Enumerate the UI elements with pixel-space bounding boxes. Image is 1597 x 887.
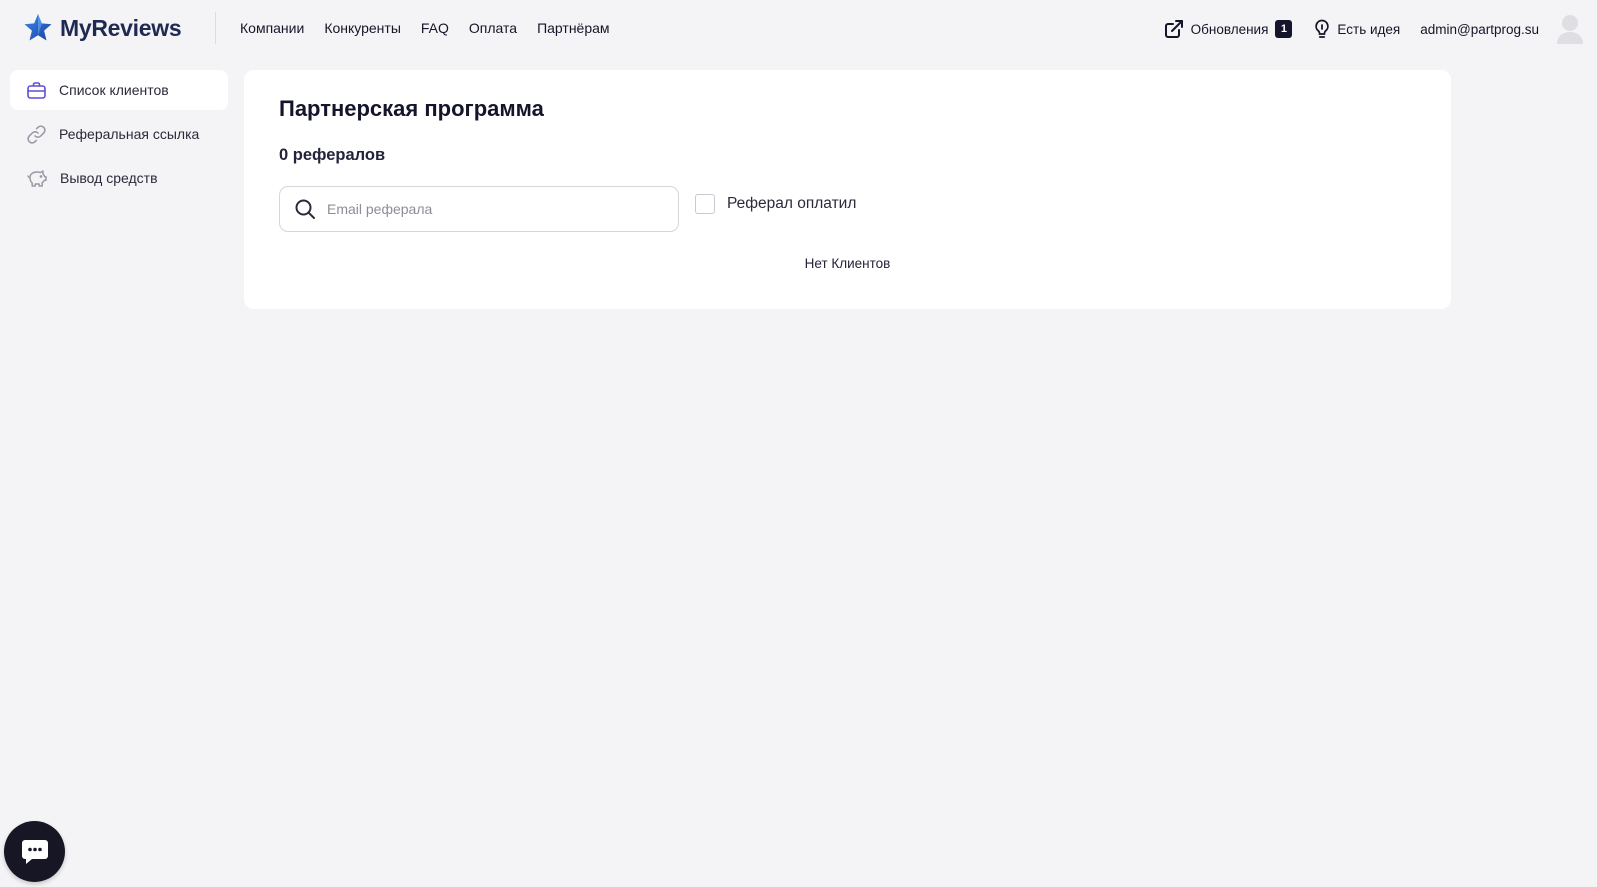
briefcase-icon	[27, 81, 46, 99]
page-title: Партнерская программа	[279, 96, 544, 121]
nav-payment[interactable]: Оплата	[469, 18, 517, 38]
sidebar-item-clients[interactable]: Список клиентов	[10, 70, 228, 110]
search-icon	[295, 199, 315, 219]
referral-paid-checkbox[interactable]	[695, 194, 715, 214]
referral-paid-label: Реферал оплатил	[727, 195, 857, 212]
main-nav: Компании Конкуренты FAQ Оплата Партнёрам	[240, 18, 610, 38]
logo[interactable]: MyReviews	[24, 12, 182, 44]
referral-paid-filter[interactable]: Реферал оплатил	[695, 194, 856, 214]
nav-companies[interactable]: Компании	[240, 18, 304, 38]
sidebar-item-label: Вывод средств	[60, 170, 158, 186]
empty-state-text: Нет Клиентов	[804, 256, 891, 271]
user-email[interactable]: admin@partprog.su	[1420, 22, 1539, 37]
lightbulb-icon	[1315, 19, 1330, 38]
sidebar-item-label: Список клиентов	[59, 82, 169, 98]
top-right-menu: Обновления 1 Есть идея admin@partprog.su	[1164, 14, 1583, 44]
external-link-icon	[1164, 20, 1183, 38]
idea-label: Есть идея	[1337, 21, 1401, 37]
top-navbar: MyReviews Компании Конкуренты FAQ Оплата…	[0, 0, 1597, 58]
logo-star-icon	[24, 14, 52, 41]
sidebar-item-referral-link[interactable]: Реферальная ссылка	[10, 114, 228, 154]
referral-count: 0 рефералов	[279, 146, 386, 164]
referral-email-input[interactable]	[327, 201, 667, 217]
user-avatar-icon	[1557, 15, 1583, 44]
nav-partners[interactable]: Партнёрам	[537, 18, 609, 38]
updates-count-badge: 1	[1275, 20, 1293, 38]
updates-link[interactable]: Обновления 1	[1164, 19, 1293, 39]
link-icon	[27, 124, 46, 144]
logo-divider	[215, 12, 216, 44]
sidebar-item-label: Реферальная ссылка	[59, 126, 200, 142]
nav-faq[interactable]: FAQ	[421, 18, 449, 38]
search-box[interactable]	[279, 186, 679, 232]
piggy-bank-icon	[27, 170, 47, 187]
sidebar: Список клиентов Реферальная ссылка Вывод…	[10, 70, 228, 202]
updates-label: Обновления	[1190, 21, 1269, 37]
chat-icon	[21, 839, 48, 864]
sidebar-item-withdrawal[interactable]: Вывод средств	[10, 158, 228, 198]
avatar[interactable]	[1557, 14, 1583, 44]
partner-program-card: Партнерская программа 0 рефералов Рефера…	[244, 70, 1451, 309]
chat-widget-button[interactable]	[4, 821, 65, 882]
nav-competitors[interactable]: Конкуренты	[324, 18, 401, 38]
idea-link[interactable]: Есть идея	[1314, 19, 1400, 39]
logo-text: MyReviews	[60, 14, 182, 41]
